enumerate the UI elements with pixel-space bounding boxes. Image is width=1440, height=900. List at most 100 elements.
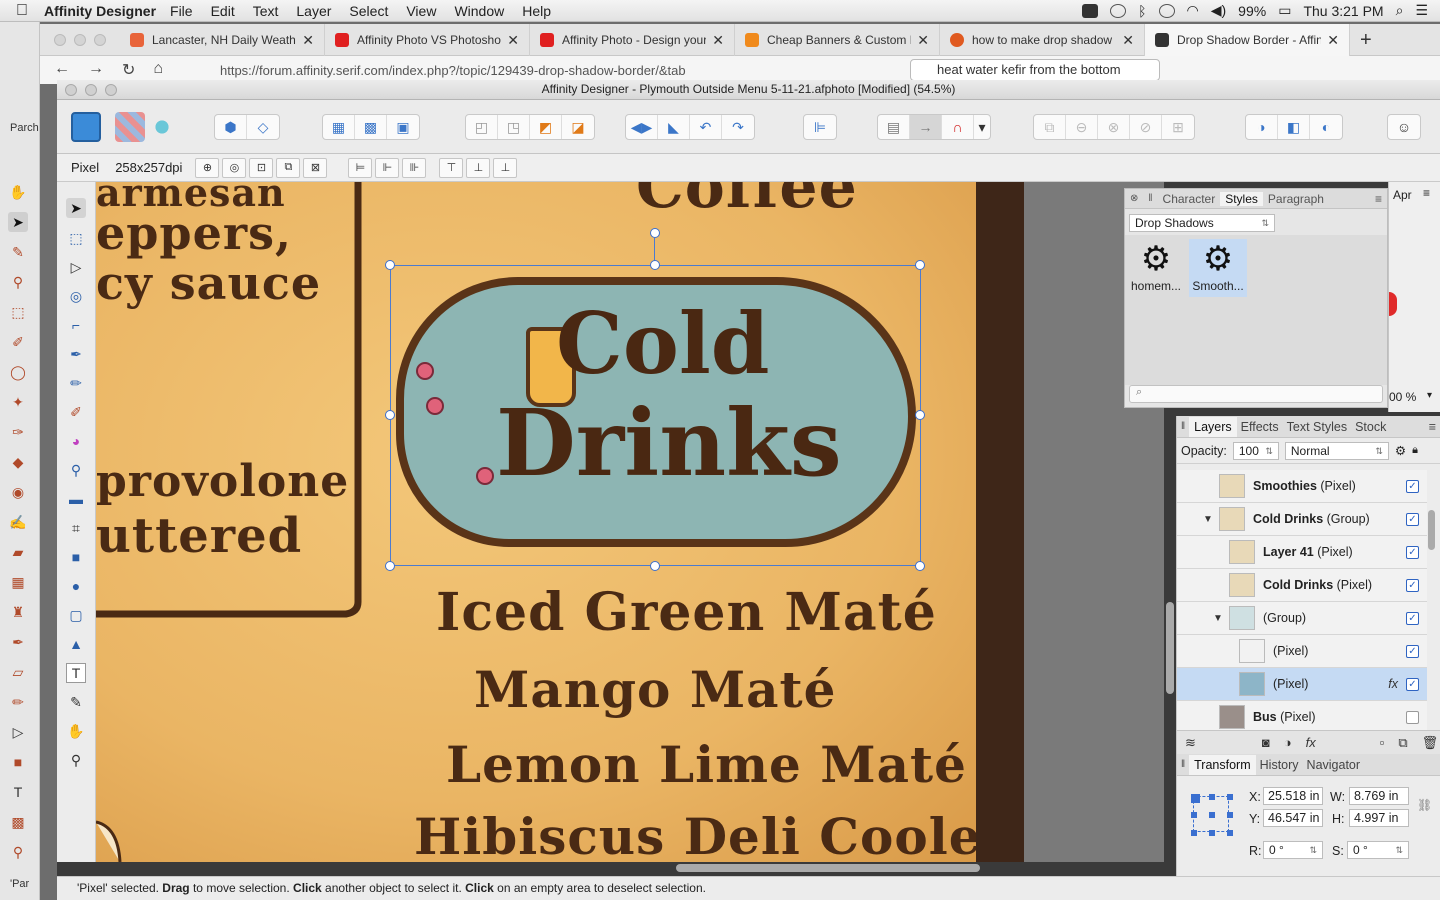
- lock-icon[interactable]: 🔒︎: [1412, 444, 1418, 457]
- duplicate-icon[interactable]: ⧉: [1398, 735, 1407, 751]
- lasso-icon[interactable]: ◯: [8, 362, 28, 382]
- visibility-checkbox[interactable]: ✓: [1406, 578, 1419, 592]
- resize-handle[interactable]: [915, 260, 925, 270]
- zoom-icon[interactable]: [1082, 3, 1099, 18]
- link-icon[interactable]: ⛓: [1417, 798, 1432, 812]
- snap-dropdown-icon[interactable]: ▾: [974, 115, 990, 139]
- eraser-icon[interactable]: ✎: [8, 242, 28, 262]
- layer-row[interactable]: Cold Drinks (Pixel) ✓: [1177, 569, 1427, 602]
- anchor-selector[interactable]: [1191, 794, 1233, 836]
- forward-icon[interactable]: →: [88, 60, 104, 80]
- style-item[interactable]: ⚙ homem...: [1127, 239, 1185, 297]
- pen-icon[interactable]: ✏: [8, 692, 28, 712]
- transform-origin-icon[interactable]: ⊕: [195, 157, 220, 178]
- insert-top-icon[interactable]: ◧: [1278, 115, 1310, 139]
- trash-icon[interactable]: 🗑︎: [1422, 735, 1439, 751]
- place-image-icon[interactable]: ▬: [66, 489, 86, 509]
- menu-window[interactable]: Window: [454, 3, 504, 19]
- back-icon[interactable]: ←: [54, 60, 70, 80]
- rect-icon[interactable]: ■: [8, 752, 28, 772]
- close-icon[interactable]: ✕: [302, 32, 314, 49]
- color-picker-icon[interactable]: ✎: [66, 692, 86, 712]
- y-field[interactable]: 46.547 in: [1263, 809, 1323, 827]
- browser-tab[interactable]: Cheap Banners & Custom B ✕: [735, 24, 940, 56]
- tab-navigator[interactable]: Navigator: [1303, 758, 1365, 772]
- home-icon[interactable]: ⌂: [153, 60, 163, 80]
- zoom-percent[interactable]: 00 %: [1389, 390, 1416, 404]
- intersect-icon[interactable]: ⊗: [1098, 115, 1130, 139]
- blend-mode-select[interactable]: Normal: [1284, 441, 1389, 460]
- move-tool-icon[interactable]: ➤: [66, 198, 86, 218]
- chevron-down-icon[interactable]: ▾: [1427, 390, 1432, 401]
- resize-handle[interactable]: [915, 561, 925, 571]
- horizontal-scrollbar[interactable]: [676, 864, 980, 872]
- layer-row-selected[interactable]: (Pixel) fx ✓: [1177, 668, 1427, 701]
- layer-row[interactable]: Bus (Pixel): [1177, 701, 1427, 730]
- browser-tab[interactable]: Affinity Photo VS Photoshop ✕: [325, 24, 530, 56]
- resize-handle[interactable]: [385, 410, 395, 420]
- fill-icon[interactable]: ◆: [8, 452, 28, 472]
- styles-search-input[interactable]: ⌕: [1129, 385, 1383, 403]
- layer-row[interactable]: Smoothies (Pixel) ✓: [1177, 470, 1427, 503]
- resize-handle[interactable]: [650, 260, 660, 270]
- browser-tab-active[interactable]: Drop Shadow Border - Affini ✕: [1145, 24, 1350, 56]
- triangle-tool-icon[interactable]: ▲: [66, 634, 86, 654]
- flip-h-icon[interactable]: ◀▶: [626, 115, 658, 139]
- selection-bounding-box[interactable]: [390, 265, 921, 566]
- zoom-icon-bg[interactable]: ⚲: [8, 842, 28, 862]
- visibility-checkbox[interactable]: ✓: [1406, 677, 1419, 691]
- resize-handle[interactable]: [915, 410, 925, 420]
- menu-layer[interactable]: Layer: [296, 3, 331, 19]
- paint-icon[interactable]: ✑: [8, 422, 28, 442]
- smudge-icon[interactable]: ✍: [8, 512, 28, 532]
- dropper-icon[interactable]: ⚲: [8, 272, 28, 292]
- menu-text[interactable]: Text: [253, 3, 279, 19]
- fx-icon[interactable]: fx: [1388, 677, 1398, 691]
- close-icon[interactable]: ✕: [1122, 32, 1134, 49]
- layer-row[interactable]: (Pixel) ✓: [1177, 635, 1427, 668]
- mask-layer-icon[interactable]: ◙: [1262, 735, 1270, 750]
- w-field[interactable]: 8.769 in: [1349, 787, 1409, 805]
- reload-icon[interactable]: ↻: [122, 60, 135, 80]
- send-back-icon[interactable]: ◪: [562, 115, 594, 139]
- clock[interactable]: Thu 3:21 PM: [1303, 3, 1383, 19]
- pixel-persona-icon[interactable]: [115, 112, 145, 142]
- crop-tool-icon[interactable]: ⌗: [66, 518, 86, 538]
- rotation-handle[interactable]: [650, 228, 660, 238]
- notification-center-icon[interactable]: ☰: [1415, 2, 1428, 19]
- fx-icon[interactable]: fx: [1306, 735, 1316, 750]
- align-left-icon[interactable]: ⊨: [348, 157, 373, 178]
- menu-file[interactable]: File: [170, 3, 193, 19]
- pen-tool-icon[interactable]: ✒: [66, 344, 86, 364]
- wifi-icon[interactable]: ◠: [1187, 2, 1199, 19]
- visibility-checkbox[interactable]: ✓: [1406, 479, 1419, 493]
- tab-text-styles[interactable]: Text Styles: [1283, 420, 1351, 434]
- visibility-checkbox[interactable]: ✓: [1406, 611, 1419, 625]
- unit-label[interactable]: Pixel: [71, 160, 99, 175]
- close-icon[interactable]: ✕: [1327, 32, 1339, 49]
- stamp-icon[interactable]: ♜: [8, 602, 28, 622]
- fit-icon[interactable]: ⊡: [249, 157, 274, 178]
- center-origin-icon[interactable]: ◎: [222, 157, 247, 178]
- app-menu[interactable]: Affinity Designer: [44, 3, 156, 19]
- divide-icon[interactable]: ⊞: [1162, 115, 1194, 139]
- resize-handle[interactable]: [385, 561, 395, 571]
- spotlight-icon[interactable]: ⌕: [1396, 2, 1404, 19]
- align-icon[interactable]: ⊫: [804, 115, 836, 139]
- menu-view[interactable]: View: [406, 3, 436, 19]
- forward-one-icon[interactable]: ◳: [498, 115, 530, 139]
- snap-grid-icon[interactable]: ▤: [878, 115, 910, 139]
- minimize-dot[interactable]: [74, 34, 86, 46]
- panel-menu-icon[interactable]: ≡: [1370, 192, 1387, 206]
- resize-handle[interactable]: [650, 561, 660, 571]
- hand-icon[interactable]: ✋: [8, 182, 28, 202]
- rounded-rect-icon[interactable]: ▢: [66, 605, 86, 625]
- adjustment-icon[interactable]: ◑: [1284, 735, 1292, 750]
- wand-icon[interactable]: ✦: [8, 392, 28, 412]
- browser-tab[interactable]: Lancaster, NH Daily Weather ✕: [120, 24, 325, 56]
- time-machine-icon[interactable]: [1158, 3, 1175, 18]
- subtract-icon[interactable]: ⊖: [1066, 115, 1098, 139]
- style-item-selected[interactable]: ⚙ Smooth...: [1189, 239, 1247, 297]
- minimize-dot[interactable]: [85, 84, 97, 96]
- close-icon[interactable]: ✕: [712, 32, 724, 49]
